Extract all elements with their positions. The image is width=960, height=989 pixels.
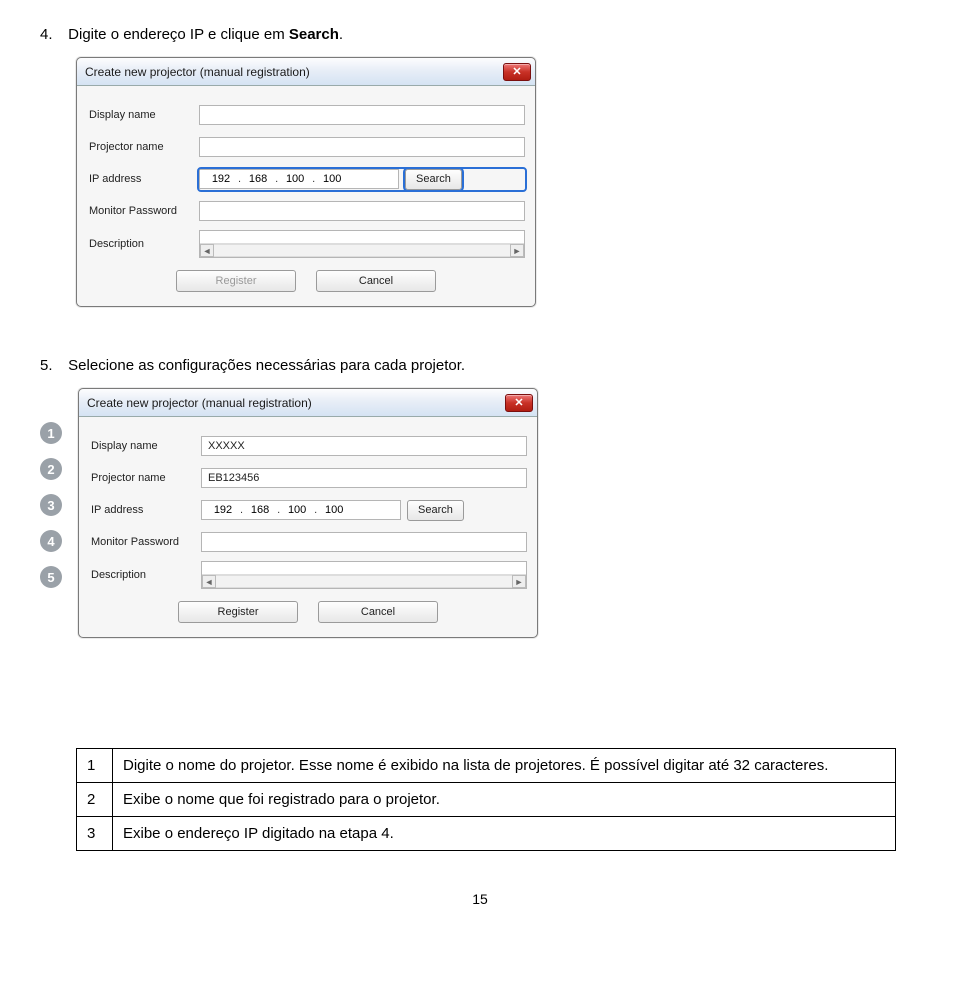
scroll-track[interactable] <box>214 244 510 257</box>
scroll-right-icon[interactable]: ► <box>512 575 526 588</box>
close-icon: ✕ <box>512 65 521 78</box>
scroll-left-icon[interactable]: ◄ <box>200 244 214 257</box>
register-button[interactable]: Register <box>178 601 298 623</box>
ip-address-input[interactable]: . . . <box>199 169 399 189</box>
label-description: Description <box>89 569 201 581</box>
label-display-name: Display name <box>87 109 199 121</box>
row-monitor-password: Monitor Password <box>87 198 525 224</box>
ip-octet-4[interactable] <box>315 170 349 188</box>
projector-name-input[interactable] <box>201 468 527 488</box>
description-scrollbar[interactable]: ◄ ► <box>200 243 524 257</box>
step-5-line: 5. Selecione as configurações necessária… <box>40 357 920 374</box>
projector-name-input[interactable] <box>199 137 525 157</box>
titlebar: Create new projector (manual registratio… <box>77 58 535 86</box>
cancel-button[interactable]: Cancel <box>316 270 436 292</box>
step-4-number: 4. <box>40 26 64 43</box>
table-cell-num: 1 <box>77 749 113 783</box>
table-cell-num: 2 <box>77 783 113 817</box>
scroll-right-icon[interactable]: ► <box>510 244 524 257</box>
step-4-suffix: . <box>339 26 343 43</box>
page-number: 15 <box>40 891 920 907</box>
ip-octet-3[interactable] <box>280 501 314 519</box>
ip-octet-1[interactable] <box>206 501 240 519</box>
ip-octet-4[interactable] <box>317 501 351 519</box>
row-display-name: Display name <box>89 433 527 459</box>
step-5-number: 5. <box>40 357 64 374</box>
row-description: Description ◄ ► <box>87 230 525 258</box>
callout-2: 2 <box>40 458 62 480</box>
cancel-button[interactable]: Cancel <box>318 601 438 623</box>
step-5-text: Selecione as configurações necessárias p… <box>68 357 465 374</box>
ip-octet-2[interactable] <box>243 501 277 519</box>
display-name-input[interactable] <box>199 105 525 125</box>
dialog-title: Create new projector (manual registratio… <box>85 65 503 79</box>
step-4-line: 4. Digite o endereço IP e clique em Sear… <box>40 26 920 43</box>
close-button[interactable]: ✕ <box>505 394 533 412</box>
description-text <box>202 562 526 574</box>
row-monitor-password: Monitor Password <box>89 529 527 555</box>
scroll-track[interactable] <box>216 575 512 588</box>
close-button[interactable]: ✕ <box>503 63 531 81</box>
titlebar: Create new projector (manual registratio… <box>79 389 537 417</box>
close-icon: ✕ <box>514 396 523 409</box>
label-ip-address: IP address <box>89 504 201 516</box>
dialog-body: Display name Projector name IP address .… <box>79 417 537 637</box>
label-monitor-password: Monitor Password <box>87 205 199 217</box>
row-projector-name: Projector name <box>89 465 527 491</box>
description-scrollbar[interactable]: ◄ ► <box>202 574 526 588</box>
row-ip-address: IP address . . . Search <box>87 166 525 192</box>
label-display-name: Display name <box>89 440 201 452</box>
callout-4: 4 <box>40 530 62 552</box>
register-button[interactable]: Register <box>176 270 296 292</box>
table-row: 3 Exibe o endereço IP digitado na etapa … <box>77 817 896 851</box>
label-projector-name: Projector name <box>89 472 201 484</box>
dialog-title: Create new projector (manual registratio… <box>87 396 505 410</box>
row-projector-name: Projector name <box>87 134 525 160</box>
description-box[interactable]: ◄ ► <box>201 561 527 589</box>
label-projector-name: Projector name <box>87 141 199 153</box>
description-box[interactable]: ◄ ► <box>199 230 525 258</box>
callout-description-table: 1 Digite o nome do projetor. Esse nome é… <box>76 748 896 851</box>
callout-3: 3 <box>40 494 62 516</box>
description-text <box>200 231 524 243</box>
row-ip-address: IP address . . . Search <box>89 497 527 523</box>
dialog-button-row: Register Cancel <box>89 601 527 623</box>
callout-1: 1 <box>40 422 62 444</box>
row-description: Description ◄ ► <box>89 561 527 589</box>
display-name-input[interactable] <box>201 436 527 456</box>
label-description: Description <box>87 238 199 250</box>
search-button[interactable]: Search <box>405 169 462 190</box>
label-ip-address: IP address <box>87 173 199 185</box>
ip-address-input[interactable]: . . . <box>201 500 401 520</box>
table-row: 1 Digite o nome do projetor. Esse nome é… <box>77 749 896 783</box>
scroll-left-icon[interactable]: ◄ <box>202 575 216 588</box>
callout-5: 5 <box>40 566 62 588</box>
table-row: 2 Exibe o nome que foi registrado para o… <box>77 783 896 817</box>
dialog-body: Display name Projector name IP address .… <box>77 86 535 306</box>
callout-column: 1 2 3 4 5 <box>40 388 62 594</box>
ip-octet-2[interactable] <box>241 170 275 188</box>
table-cell-text: Exibe o nome que foi registrado para o p… <box>113 783 896 817</box>
monitor-password-input[interactable] <box>199 201 525 221</box>
row-display-name: Display name <box>87 102 525 128</box>
table-cell-num: 3 <box>77 817 113 851</box>
ip-octet-3[interactable] <box>278 170 312 188</box>
create-projector-dialog-1: Create new projector (manual registratio… <box>76 57 536 307</box>
search-button[interactable]: Search <box>407 500 464 521</box>
label-monitor-password: Monitor Password <box>89 536 201 548</box>
table-cell-text: Exibe o endereço IP digitado na etapa 4. <box>113 817 896 851</box>
table-cell-text: Digite o nome do projetor. Esse nome é e… <box>113 749 896 783</box>
step-4-bold: Search <box>289 26 339 43</box>
monitor-password-input[interactable] <box>201 532 527 552</box>
ip-octet-1[interactable] <box>204 170 238 188</box>
dialog-button-row: Register Cancel <box>87 270 525 292</box>
create-projector-dialog-2: Create new projector (manual registratio… <box>78 388 538 638</box>
step-4-prefix: Digite o endereço IP e clique em <box>68 26 289 43</box>
